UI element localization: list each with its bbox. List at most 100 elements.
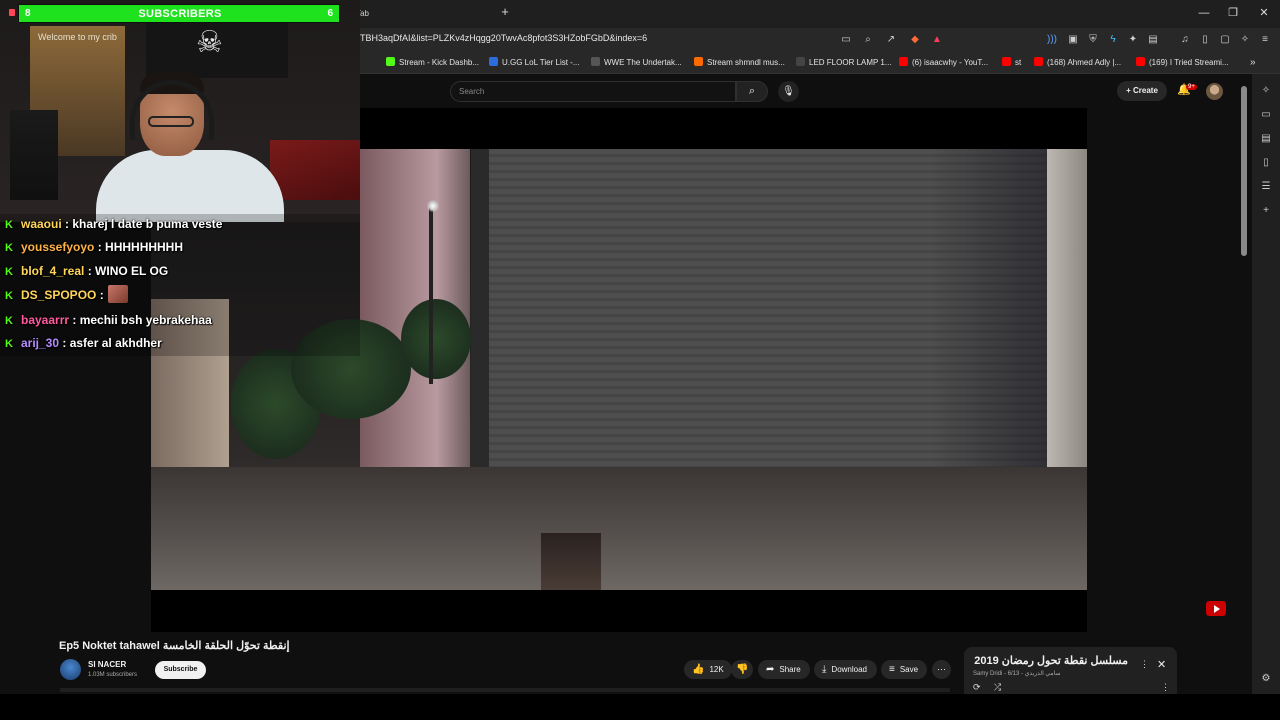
brave-shield-icon[interactable]: ◆ (908, 33, 922, 47)
extensions-puzzle-icon[interactable]: ✦ (1126, 33, 1140, 47)
create-button[interactable]: + Create (1117, 81, 1167, 101)
bookmark-item[interactable]: Stream shmndl mus... (694, 57, 785, 69)
chat-username: arij_30 (21, 336, 60, 350)
subscriber-goal-target: 6 (327, 8, 333, 19)
subscriber-goal-bar: 8 SUBSCRIBERS 6 (18, 4, 340, 23)
cast-icon[interactable]: ▭ (839, 33, 853, 47)
chat-text: : (96, 288, 104, 302)
bookmark-item[interactable]: (168) Ahmed Adly |... (1034, 57, 1121, 69)
kick-icon: K (5, 315, 13, 327)
account-avatar[interactable] (1206, 83, 1223, 100)
bookmarks-sidebar-icon[interactable]: ▯ (1259, 156, 1273, 170)
video-scene-lamp-light (427, 199, 439, 213)
sidebar-toggle-icon[interactable]: ▯ (1198, 33, 1212, 47)
history-sidebar-icon[interactable]: ☰ (1259, 180, 1273, 194)
sidebar-settings-gear-icon[interactable]: ⚙ (1259, 672, 1273, 686)
channel-avatar[interactable] (60, 659, 81, 680)
share-page-icon[interactable]: ↗ (884, 33, 898, 47)
menu-icon[interactable]: ≡ (1258, 33, 1272, 47)
leo-ai-sidebar-icon[interactable]: ✧ (1259, 84, 1273, 98)
bookmark-item[interactable]: WWE The Undertak... (591, 57, 682, 69)
chat-username: waaoui (21, 217, 62, 231)
like-button[interactable]: 👍 12K (684, 660, 732, 679)
channel-name[interactable]: SI NACER (88, 660, 126, 669)
video-scene-pillar (1047, 149, 1087, 494)
description-divider (60, 688, 950, 692)
bookmark-item[interactable]: (169) I Tried Streami... (1136, 57, 1229, 69)
dislike-button[interactable]: 👎 (731, 660, 753, 679)
chat-message: Kblof_4_real : WINO EL OG (5, 261, 168, 281)
more-actions-icon[interactable]: ⋯ (932, 660, 951, 679)
ugg-icon (489, 57, 498, 66)
bookmark-item[interactable]: U.GG LoL Tier List -... (489, 57, 580, 69)
reading-list-icon[interactable]: ▭ (1259, 108, 1273, 122)
chat-text: : kharej l date b puma veste (61, 217, 223, 231)
search-icon[interactable]: ⌕ (736, 81, 768, 102)
chat-message: Karij_30 : asfer al akhdher (5, 333, 162, 353)
chat-username: blof_4_real (21, 264, 85, 278)
page-scrollbar[interactable] (1241, 86, 1247, 256)
chat-text: : asfer al akhdher (59, 336, 162, 350)
bookmarks-more-chevron-icon[interactable]: » (1250, 57, 1256, 68)
bookmark-item[interactable]: Stream - Kick Dashb... (386, 57, 479, 69)
bookmark-item[interactable]: (6) isaacwhy - YouT... (899, 57, 988, 69)
playlist-more-icon[interactable]: ⋮ (1161, 682, 1170, 693)
kick-icon: K (5, 266, 13, 278)
kick-icon: K (5, 290, 13, 302)
extension-shield-icon[interactable]: ⛨ (1086, 33, 1100, 47)
save-playlist-icon: ≡ (889, 664, 895, 675)
extension-screenshot-icon[interactable]: ▣ (1066, 33, 1080, 47)
video-scene-shadow (931, 149, 1055, 467)
leo-ai-icon[interactable]: ✧ (1238, 33, 1252, 47)
chat-message: Kyoussefyoyo : HHHHHHHHH (5, 237, 183, 257)
skull-icon: ☠ (196, 26, 223, 59)
playlist-panel: مسلسل نقطة تحول رمضان 2019 Samy Dridi - … (964, 647, 1177, 697)
bookmark-item[interactable]: LED FLOOR LAMP 1... (796, 57, 892, 69)
search-input[interactable]: Search (450, 81, 736, 102)
subscribe-button[interactable]: Subscribe (155, 661, 206, 679)
amazon-icon (796, 57, 805, 66)
wwe-icon (591, 57, 600, 66)
playlist-menu-icon[interactable]: ⋮ (1140, 659, 1149, 670)
chat-message: Kbayaarrr : mechii bsh yebrakehaa (5, 310, 212, 330)
extension-audio-icon[interactable]: ))) (1045, 33, 1059, 47)
wallet-icon[interactable]: ▢ (1218, 33, 1232, 47)
shuffle-icon[interactable]: ⤮ (994, 682, 1001, 693)
save-button[interactable]: ≡ Save (881, 660, 927, 679)
recording-dot-icon (9, 9, 15, 16)
url-field[interactable]: TBH3aqDfAI&list=PLZKv4zHqgg20TwvAc8pfot3… (360, 33, 647, 43)
extension-translate-icon[interactable]: ϟ (1106, 33, 1120, 47)
minimize-icon[interactable]: — (1196, 5, 1212, 21)
share-icon: ➦ (766, 664, 775, 675)
webcam-mic-arm (10, 110, 58, 200)
webcam-streamer-body (96, 150, 284, 222)
soundcloud-icon (694, 57, 703, 66)
loop-icon[interactable]: ⟳ (973, 682, 981, 693)
brave-rewards-icon[interactable]: ▲ (930, 33, 944, 47)
chat-overlay: Kwaaoui : kharej l date b puma veste Kyo… (0, 214, 360, 356)
voice-search-mic-icon[interactable]: 🎙 (778, 81, 799, 102)
close-icon[interactable]: ✕ (1157, 658, 1166, 671)
video-title: Ep5 Noktet tahawel إنقطة تحوّل الحلقة ال… (59, 640, 290, 652)
channel-subscriber-count: 1.03M subscribers (88, 672, 138, 678)
wallet-sidebar-icon[interactable]: ▤ (1259, 132, 1273, 146)
screen: New Tab + — ❐ ✕ TBH3aqDfAI&list=PLZKv4zH… (0, 0, 1280, 720)
extension-window-icon[interactable]: ▤ (1146, 33, 1160, 47)
media-control-icon[interactable]: ♫ (1178, 33, 1192, 47)
restore-icon[interactable]: ❐ (1225, 5, 1241, 21)
zoom-icon[interactable]: ⌕ (861, 33, 875, 47)
notification-count-badge: 9+ (1186, 84, 1197, 90)
kick-icon: K (5, 242, 13, 254)
close-window-icon[interactable]: ✕ (1256, 5, 1272, 21)
download-button[interactable]: ⤓ Download (814, 660, 877, 679)
taskbar (0, 694, 1280, 720)
add-sidebar-item-icon[interactable]: + (1259, 204, 1273, 218)
youtube-logo-icon[interactable] (1206, 601, 1226, 616)
thumbs-down-icon: 👎 (736, 664, 749, 675)
playlist-title[interactable]: مسلسل نقطة تحول رمضان 2019 (974, 654, 1128, 667)
new-tab-plus-icon[interactable]: + (498, 5, 512, 19)
glasses-icon (148, 116, 194, 127)
bookmark-item[interactable]: st (1002, 57, 1021, 69)
plus-icon: + (1126, 86, 1133, 95)
share-button[interactable]: ➦ Share (758, 660, 810, 679)
